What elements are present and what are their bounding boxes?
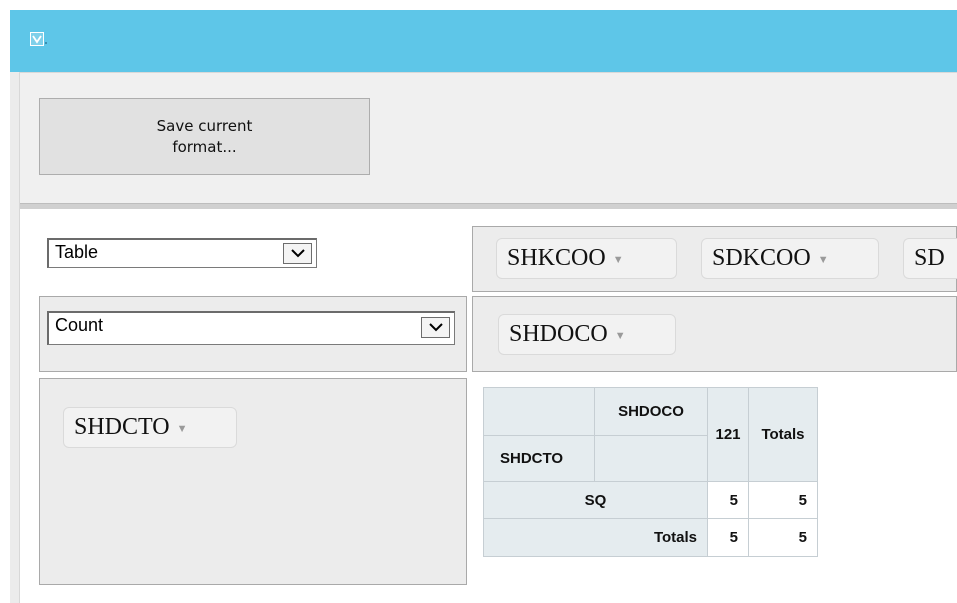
field-label: SHDCTO	[74, 414, 170, 440]
col-value-header: 121	[707, 387, 749, 482]
totals-row-label: Totals	[483, 518, 708, 557]
field-label: SHKCOO	[507, 245, 606, 271]
app-logo-dot	[45, 42, 47, 44]
triangle-down-icon[interactable]: ▼	[615, 330, 626, 342]
field-label: SHDOCO	[509, 321, 608, 347]
value-field-shdoco[interactable]: SHDOCO ▼	[498, 314, 676, 355]
column-field-shkcoo[interactable]: SHKCOO ▼	[496, 238, 677, 279]
aggregator-select[interactable]: Count	[47, 311, 455, 345]
col-attr-header: SHDOCO	[594, 387, 708, 436]
column-field-sd[interactable]: SD	[903, 238, 957, 279]
cell-value[interactable]: 5	[707, 481, 749, 519]
window-left-edge	[10, 72, 20, 603]
row-field-shdcto[interactable]: SHDCTO ▼	[63, 407, 237, 448]
chevron-down-icon[interactable]	[283, 243, 312, 264]
pivot-corner	[483, 387, 595, 436]
field-label: SDKCOO	[712, 245, 811, 271]
cell-col-total[interactable]: 5	[707, 518, 749, 557]
toolbar-divider	[20, 203, 957, 209]
field-label: SD	[914, 245, 945, 271]
renderer-select[interactable]: Table	[47, 238, 317, 268]
triangle-down-icon[interactable]: ▼	[818, 254, 829, 266]
row-attr-spacer	[594, 435, 708, 482]
chevron-down-icon[interactable]	[421, 317, 450, 338]
window-titlebar	[10, 10, 957, 72]
app-logo-icon	[30, 32, 44, 46]
row-label-sq: SQ	[483, 481, 708, 519]
aggregator-select-value: Count	[55, 315, 104, 335]
cell-grand-total[interactable]: 5	[748, 518, 818, 557]
pivot-table: SHDOCO 121 Totals SHDCTO SQ 5 5 Totals 5…	[483, 387, 818, 557]
triangle-down-icon[interactable]: ▼	[613, 254, 624, 266]
triangle-down-icon[interactable]: ▼	[177, 423, 188, 435]
save-format-button[interactable]: Save current format...	[39, 98, 370, 175]
row-attr-header: SHDCTO	[483, 435, 595, 482]
column-field-sdkcoo[interactable]: SDKCOO ▼	[701, 238, 879, 279]
cell-row-total[interactable]: 5	[748, 481, 818, 519]
renderer-select-value: Table	[55, 242, 99, 262]
col-totals-header: Totals	[748, 387, 818, 482]
